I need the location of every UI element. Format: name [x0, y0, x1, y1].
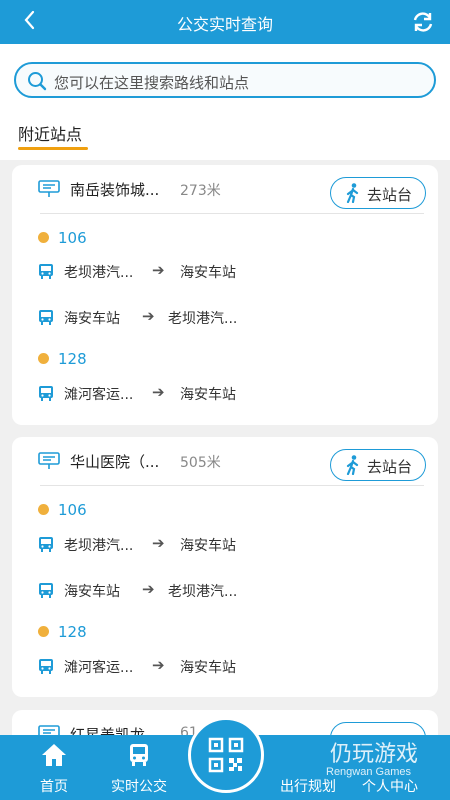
walking-icon [346, 183, 359, 203]
route-dot-icon [38, 232, 49, 243]
home-icon [42, 744, 66, 766]
bus-icon [39, 386, 53, 401]
route-dot-icon [38, 504, 49, 515]
watermark: 仍玩游戏 Rengwan Games [300, 736, 450, 784]
go-to-stop-label: 去站台 [367, 186, 413, 204]
stop-header: 南岳装饰城... 273米 去站台 [12, 165, 438, 215]
route-direction[interactable]: 滩河客运... ➔ 海安车站 [38, 656, 418, 677]
search-bar-container: 您可以在这里搜索路线和站点 [0, 44, 450, 110]
page-title: 公交实时查询 [176, 15, 273, 34]
scan-qr-button[interactable] [188, 717, 264, 793]
stop-card[interactable]: 华山医院（... 505米 去站台 106 老坝港汽... ➔ 海安车站 海安车… [12, 437, 438, 697]
walking-icon [346, 455, 359, 475]
divider [40, 485, 424, 486]
divider [40, 213, 424, 214]
stop-name: 华山医院（... [70, 453, 160, 471]
route-to: 海安车站 [180, 660, 236, 676]
search-icon [28, 72, 47, 91]
route-from: 海安车站 [64, 584, 120, 600]
tab-underline [18, 147, 88, 150]
stop-name: 南岳装饰城... [70, 181, 160, 199]
route-direction[interactable]: 海安车站 ➔ 老坝港汽... [38, 307, 418, 328]
bus-icon [39, 583, 53, 598]
watermark-text: 仍玩游戏 [330, 742, 419, 767]
route-from: 滩河客运... [64, 660, 134, 676]
arrow-right-icon: ➔ [152, 383, 165, 401]
route-direction[interactable]: 海安车站 ➔ 老坝港汽... [38, 580, 418, 601]
arrow-right-icon: ➔ [142, 580, 155, 598]
go-to-stop-button[interactable]: 去站台 [330, 177, 426, 209]
stop-distance: 505米 [180, 455, 221, 471]
bus-stop-icon [38, 180, 60, 197]
route-number[interactable]: 106 [38, 229, 87, 247]
route-to: 海安车站 [180, 387, 236, 403]
tab-home[interactable]: 首页 [14, 735, 94, 800]
watermark-subtext: Rengwan Games [326, 766, 411, 778]
arrow-right-icon: ➔ [152, 534, 165, 552]
arrow-right-icon: ➔ [152, 261, 165, 279]
app-header: 公交实时查询 [0, 0, 450, 44]
bus-icon [39, 310, 53, 325]
route-direction[interactable]: 滩河客运... ➔ 海安车站 [38, 383, 418, 404]
stop-distance: 273米 [180, 183, 221, 199]
route-to: 老坝港汽... [168, 584, 238, 600]
nearby-section-header: 附近站点 [0, 110, 450, 160]
route-dot-icon [38, 626, 49, 637]
bus-icon [39, 537, 53, 552]
arrow-right-icon: ➔ [142, 307, 155, 325]
route-from: 滩河客运... [64, 387, 134, 403]
route-dot-icon [38, 353, 49, 364]
route-from: 老坝港汽... [64, 265, 134, 281]
route-number[interactable]: 106 [38, 501, 87, 519]
route-from: 海安车站 [64, 311, 120, 327]
bus-icon [39, 659, 53, 674]
tab-realtime-bus-label: 实时公交 [111, 779, 167, 795]
arrow-right-icon: ➔ [152, 656, 165, 674]
bus-icon [130, 744, 148, 766]
stop-card[interactable]: 南岳装饰城... 273米 去站台 106 老坝港汽... ➔ 海安车站 海安车… [12, 165, 438, 425]
route-to: 海安车站 [180, 538, 236, 554]
route-number-text: 128 [58, 623, 87, 641]
search-placeholder: 您可以在这里搜索路线和站点 [54, 74, 250, 92]
route-number-text: 106 [58, 501, 87, 519]
bus-stop-icon [38, 452, 60, 469]
route-number[interactable]: 128 [38, 350, 87, 368]
qr-code-icon [208, 737, 244, 773]
route-direction[interactable]: 老坝港汽... ➔ 海安车站 [38, 261, 418, 282]
route-to: 海安车站 [180, 265, 236, 281]
route-to: 老坝港汽... [168, 311, 238, 327]
tab-realtime-bus[interactable]: 实时公交 [99, 735, 179, 800]
route-direction[interactable]: 老坝港汽... ➔ 海安车站 [38, 534, 418, 555]
tab-nearby-stops[interactable]: 附近站点 [18, 121, 82, 145]
search-input[interactable]: 您可以在这里搜索路线和站点 [14, 62, 436, 98]
refresh-icon[interactable] [410, 9, 436, 35]
go-to-stop-button[interactable]: 去站台 [330, 449, 426, 481]
route-number-text: 106 [58, 229, 87, 247]
tab-home-label: 首页 [40, 779, 68, 795]
bus-icon [39, 264, 53, 279]
stop-header: 华山医院（... 505米 去站台 [12, 437, 438, 487]
route-number[interactable]: 128 [38, 623, 87, 641]
route-number-text: 128 [58, 350, 87, 368]
route-from: 老坝港汽... [64, 538, 134, 554]
go-to-stop-label: 去站台 [367, 458, 413, 476]
